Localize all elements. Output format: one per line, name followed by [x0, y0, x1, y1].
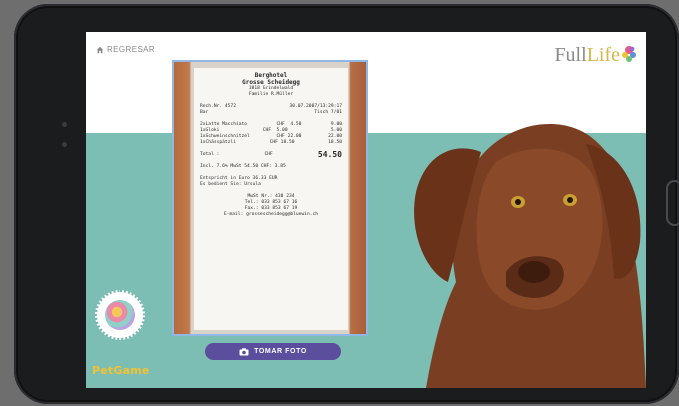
dog-photo: [414, 124, 646, 388]
petgame-logo: PetGame: [92, 364, 150, 377]
take-photo-label: TOMAR FOTO: [254, 348, 307, 355]
paw-icon: [622, 46, 636, 62]
home-button[interactable]: [666, 180, 679, 226]
receipt-email: E-mail: grossescheidegg@bluewin.ch: [223, 212, 319, 217]
home-icon: [96, 46, 104, 53]
camera-preview: Berghotel Grosse Scheidegg 3818 Grindelw…: [172, 60, 368, 336]
badge-emblem: [105, 300, 135, 330]
take-photo-button[interactable]: TOMAR FOTO: [205, 343, 341, 360]
fulllife-logo: Full Life: [554, 44, 638, 67]
back-button[interactable]: REGRESAR: [96, 45, 155, 54]
app-screen: REGRESAR Full Life Berghotel Grosse Schei…: [86, 32, 646, 388]
sensor-dot: [62, 142, 67, 147]
logo-text-life: Life: [586, 44, 620, 66]
receipt-header: Grosse Scheidegg: [242, 79, 300, 86]
receipt-image: Berghotel Grosse Scheidegg 3818 Grindelw…: [194, 68, 348, 330]
camera-icon: [239, 347, 249, 355]
tablet-frame: REGRESAR Full Life Berghotel Grosse Schei…: [14, 4, 679, 404]
community-badge: [95, 290, 145, 340]
receipt-header: Berghotel: [254, 72, 288, 79]
front-camera-dot: [62, 122, 67, 127]
logo-text-full: Full: [554, 44, 587, 66]
back-label: REGRESAR: [107, 45, 156, 54]
